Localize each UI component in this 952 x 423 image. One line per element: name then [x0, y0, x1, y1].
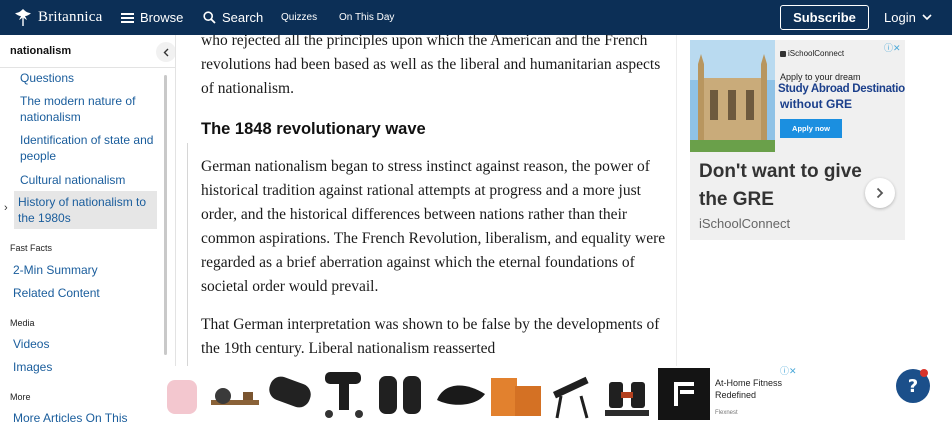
login-label: Login — [884, 10, 916, 25]
adjustable-dumbbell-image — [605, 382, 649, 416]
top-navigation-bar: Britannica Browse Search Quizzes On This… — [0, 0, 952, 35]
toc-item-questions[interactable]: Questions — [20, 70, 160, 86]
search-button[interactable]: Search — [203, 0, 263, 35]
ankle-weights-image — [379, 376, 421, 414]
massage-gun-image — [325, 372, 363, 418]
column-divider — [676, 35, 677, 375]
logo-text: Britannica — [38, 8, 103, 25]
britannica-logo[interactable]: Britannica — [12, 7, 102, 27]
toc-item-identification[interactable]: Identification of state and people — [20, 132, 160, 164]
intro-paragraph: who rejected all the principles upon whi… — [201, 35, 661, 97]
foam-roller-image — [269, 376, 311, 408]
videos-link[interactable]: Videos — [13, 336, 153, 352]
search-label: Search — [222, 10, 264, 25]
article-body: who rejected all the principles upon whi… — [186, 35, 676, 423]
paragraph-1: German nationalism began to stress insti… — [201, 158, 666, 295]
fast-facts-heading: Fast Facts — [10, 243, 53, 253]
chevron-left-icon — [163, 48, 169, 56]
flexnest-mark-icon — [674, 382, 694, 406]
hamburger-icon — [121, 12, 134, 23]
browse-label: Browse — [140, 10, 184, 25]
toc-item-modern-nature[interactable]: The modern nature of nationalism — [20, 93, 160, 125]
bottom-ad-brand: Flexnest — [715, 410, 738, 416]
pink-weights-image — [167, 380, 197, 414]
browse-menu-button[interactable]: Browse — [121, 0, 183, 35]
ad-line-1: Apply to your dream — [780, 72, 861, 82]
ad-line-3: without GRE — [780, 97, 852, 111]
two-min-summary-link[interactable]: 2-Min Summary — [13, 262, 153, 278]
on-this-day-link[interactable]: On This Day — [339, 0, 394, 35]
college-building-image — [690, 40, 775, 152]
ad-brand: iSchoolConnect — [780, 49, 844, 58]
ad-apply-now-button[interactable]: Apply now — [780, 119, 842, 138]
bottom-ad-title[interactable]: At-Home Fitness Redefined — [715, 377, 805, 401]
sidebar-header: nationalism — [0, 35, 175, 68]
ad-choices-close-icon[interactable]: ⓘ✕ — [780, 364, 797, 377]
ad-choices-close-icon[interactable]: ⓘ✕ — [884, 41, 901, 54]
images-link[interactable]: Images — [13, 359, 153, 375]
paragraph-2: That German interpretation was shown to … — [201, 316, 660, 357]
related-content-link[interactable]: Related Content — [13, 285, 153, 301]
ad-line-2: Study Abroad Destination — [778, 83, 905, 95]
side-advertisement[interactable]: iSchoolConnect ⓘ✕ Apply to your dream St… — [690, 40, 905, 240]
ad-brand-label: iSchoolConnect — [788, 49, 845, 58]
toc-item-history[interactable]: History of nationalism to the 1980s — [18, 194, 154, 226]
chevron-right-icon — [876, 187, 884, 199]
bottom-advertisement[interactable] — [167, 366, 807, 423]
flexnest-logo-icon[interactable] — [658, 368, 710, 420]
more-heading: More — [10, 392, 31, 402]
bike-saddle-image — [437, 385, 485, 405]
search-icon — [203, 11, 216, 24]
sidebar-scrollbar[interactable] — [164, 75, 167, 355]
ischoolconnect-logo-icon — [780, 50, 786, 57]
rowing-machine-image — [211, 388, 259, 405]
table-of-contents-sidebar: nationalism Questions The modern nature … — [0, 35, 176, 423]
sidebar-title: nationalism — [10, 45, 72, 57]
question-mark-icon: ? — [907, 375, 919, 397]
section-divider — [187, 143, 188, 373]
section-heading: The 1848 revolutionary wave — [201, 120, 426, 138]
chevron-down-icon — [922, 14, 932, 21]
collapse-sidebar-button[interactable] — [156, 42, 175, 62]
more-articles-link[interactable]: More Articles On This — [13, 410, 153, 423]
notification-dot — [920, 369, 928, 377]
media-heading: Media — [10, 318, 35, 328]
yoga-blocks-image — [491, 378, 541, 416]
subscribe-button[interactable]: Subscribe — [780, 5, 869, 30]
chevron-right-icon: › — [4, 202, 8, 214]
thistle-logo-icon — [15, 9, 31, 26]
ad-headline: Don't want to give the GRE — [699, 161, 862, 210]
weight-bench-image — [552, 376, 589, 419]
login-button[interactable]: Login — [884, 0, 932, 35]
quizzes-link[interactable]: Quizzes — [281, 0, 317, 35]
toc-item-cultural-nationalism[interactable]: Cultural nationalism — [20, 172, 160, 188]
ad-next-button[interactable] — [865, 178, 895, 208]
ad-subtitle: iSchoolConnect — [699, 216, 791, 231]
